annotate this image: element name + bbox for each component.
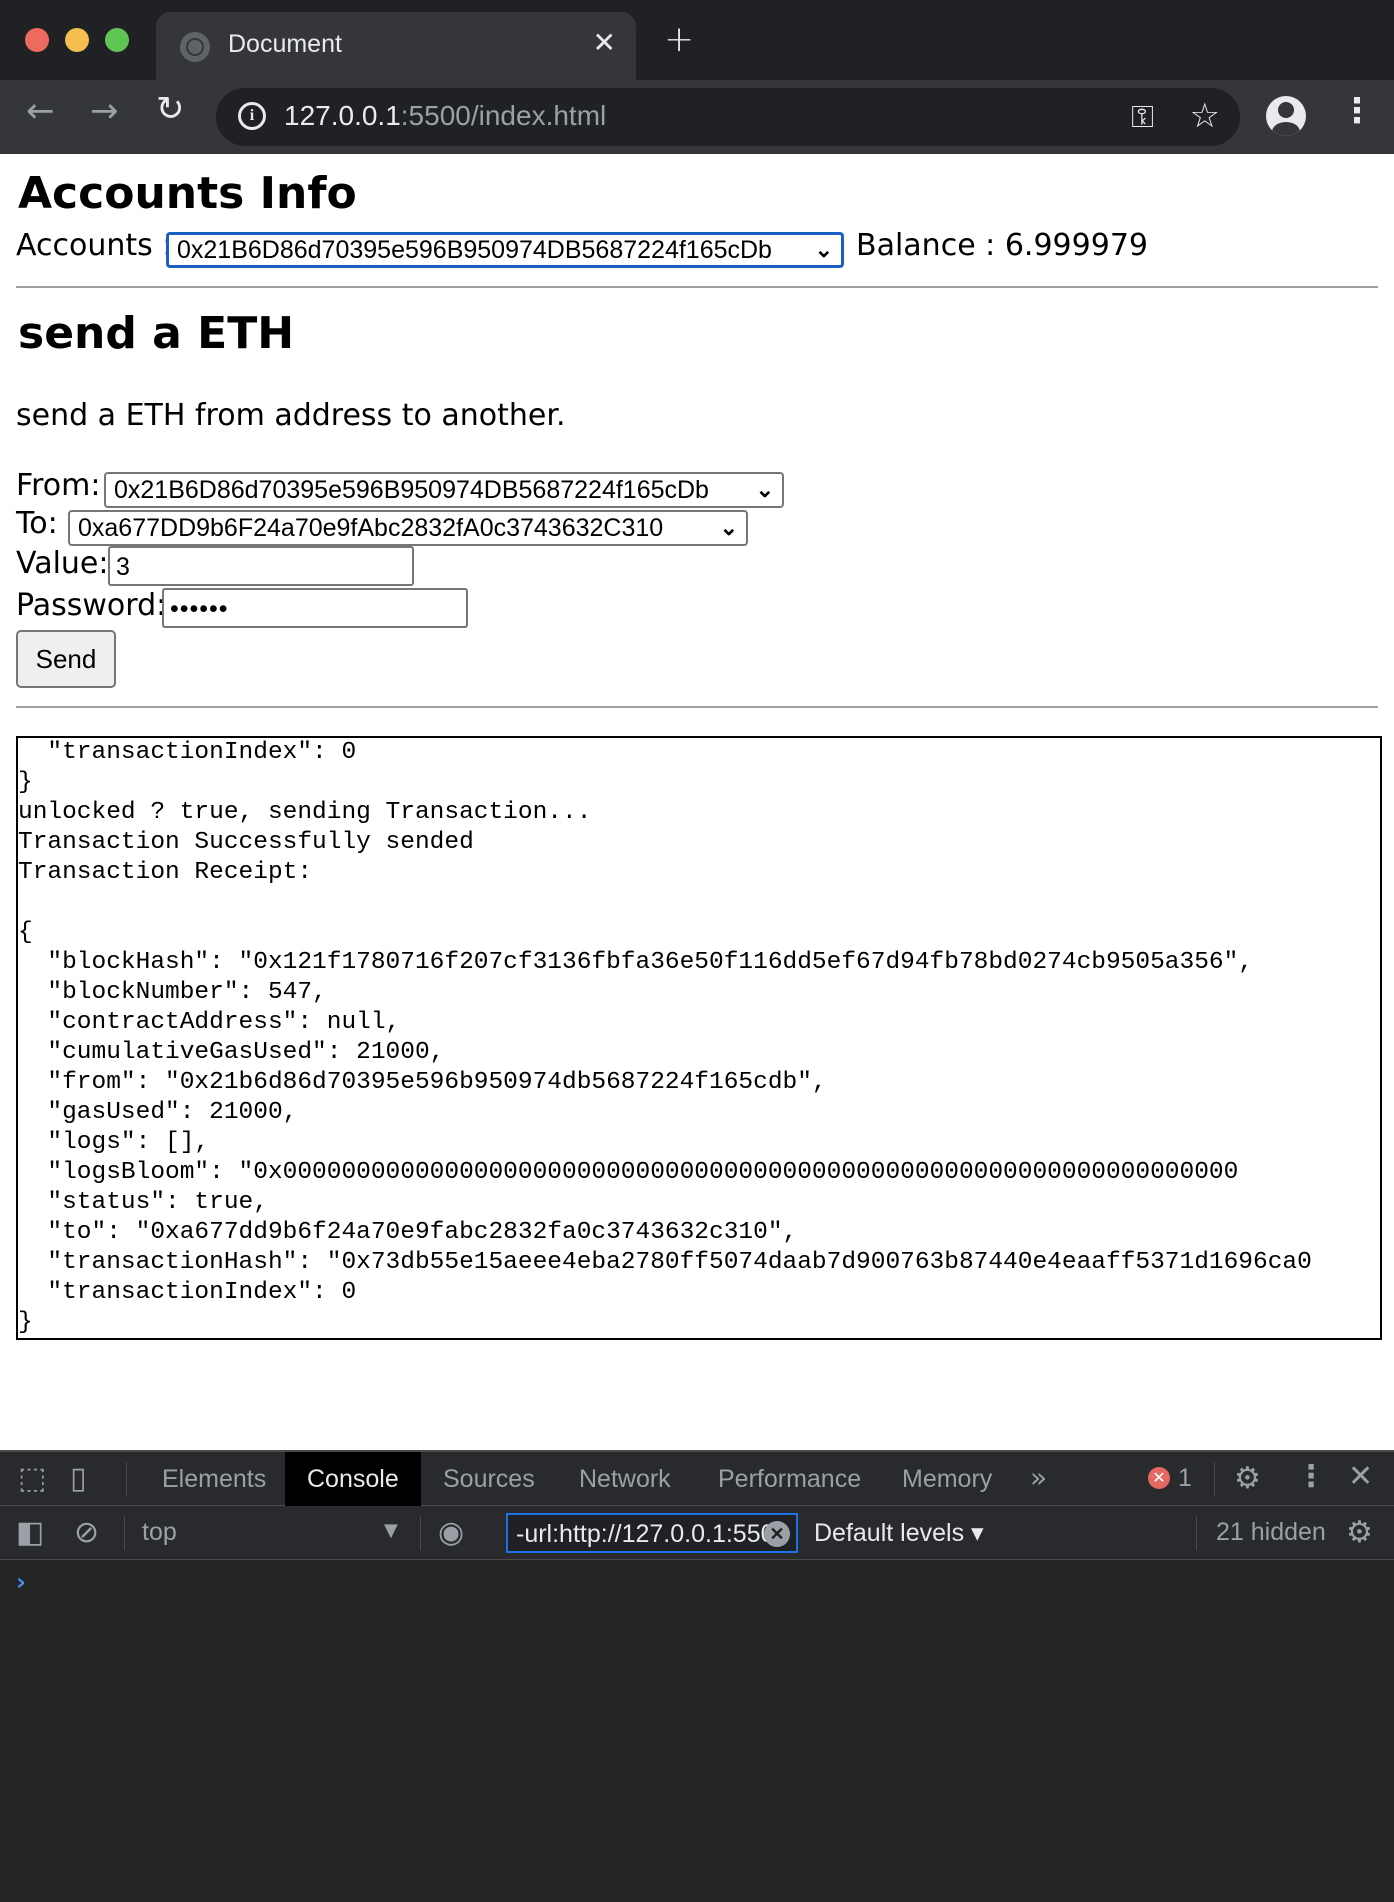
accounts-heading: Accounts Info	[18, 168, 357, 219]
value-input[interactable]: 3	[108, 546, 414, 586]
from-label: From:	[16, 468, 101, 503]
chevron-down-icon: ⌄	[755, 477, 774, 502]
console-filter-input[interactable]: -url:http://127.0.0.1:550 ✕	[506, 1513, 798, 1553]
divider	[1214, 1462, 1215, 1496]
tab-title: Document	[228, 30, 342, 58]
log-levels-select[interactable]: Default levels ▾	[814, 1518, 984, 1548]
back-arrow-icon[interactable]: ←	[26, 94, 55, 128]
balance-value: 6.999979	[1004, 228, 1148, 263]
balance-label: Balance : 6.999979	[856, 228, 1148, 263]
browser-toolbar: ← → ↻ i 127.0.0.1:5500/index.html ⚿ ☆ ⋮	[0, 80, 1394, 154]
accounts-label: Accounts :	[16, 228, 173, 263]
to-select[interactable]: 0xa677DD9b6F24a70e9fAbc2832fA0c3743632C3…	[68, 510, 748, 546]
url-path: :5500/index.html	[400, 100, 607, 131]
error-count[interactable]: 1	[1178, 1464, 1192, 1493]
tab-sources[interactable]: Sources	[421, 1452, 557, 1506]
transaction-log-text: "transactionIndex": 0 } unlocked ? true,…	[18, 739, 1312, 1336]
minimize-window-button[interactable]	[65, 28, 89, 52]
close-window-button[interactable]	[25, 28, 49, 52]
sidebar-toggle-icon[interactable]: ◧	[16, 1518, 44, 1548]
divider	[16, 286, 1378, 288]
chevron-down-icon: ⌄	[719, 515, 738, 540]
divider	[1196, 1516, 1197, 1550]
divider	[126, 1462, 127, 1496]
chevron-down-icon: ⌄	[814, 237, 833, 262]
settings-gear-icon[interactable]: ⚙	[1234, 1464, 1261, 1494]
tab-strip: Document ✕ +	[0, 0, 1394, 82]
close-devtools-icon[interactable]: ✕	[1348, 1462, 1373, 1492]
tab-memory[interactable]: Memory	[880, 1452, 1014, 1506]
divider	[420, 1516, 421, 1550]
filter-value: -url:http://127.0.0.1:550	[516, 1520, 775, 1548]
balance-label-text: Balance :	[856, 228, 996, 263]
to-select-value: 0xa677DD9b6F24a70e9fAbc2832fA0c3743632C3…	[78, 514, 664, 542]
dropdown-arrow-icon[interactable]: ▼	[384, 1520, 398, 1541]
new-tab-icon[interactable]: +	[664, 22, 694, 58]
tab-elements[interactable]: Elements	[140, 1452, 288, 1506]
tab-network[interactable]: Network	[557, 1452, 693, 1506]
send-button[interactable]: Send	[16, 630, 116, 688]
key-icon[interactable]: ⚿	[1131, 100, 1154, 135]
forward-arrow-icon[interactable]: →	[90, 94, 119, 128]
tab-performance[interactable]: Performance	[696, 1452, 883, 1506]
address-bar[interactable]: i 127.0.0.1:5500/index.html ⚿ ☆	[216, 88, 1240, 146]
more-tabs-icon[interactable]: »	[1030, 1464, 1047, 1492]
hidden-messages-count: 21 hidden	[1216, 1518, 1326, 1546]
console-filter-bar: ◧ ⊘ top ▼ ◉ -url:http://127.0.0.1:550 ✕ …	[0, 1506, 1394, 1560]
divider	[16, 706, 1378, 708]
devtools-tab-bar: ⬚ ▯ Elements Console Sources Network Per…	[0, 1452, 1394, 1506]
url-host: 127.0.0.1	[284, 100, 401, 131]
clear-filter-icon[interactable]: ✕	[764, 1521, 790, 1547]
eye-icon[interactable]: ◉	[438, 1518, 464, 1548]
profile-avatar-icon[interactable]	[1266, 96, 1306, 136]
devtools-menu-icon[interactable]: ⋮	[1296, 1462, 1326, 1492]
devtools-panel: ⬚ ▯ Elements Console Sources Network Per…	[0, 1450, 1394, 1902]
close-tab-icon[interactable]: ✕	[593, 26, 616, 59]
send-description: send a ETH from address to another.	[16, 398, 566, 433]
inspect-element-icon[interactable]: ⬚	[18, 1464, 46, 1494]
error-icon[interactable]: ✕	[1148, 1467, 1170, 1489]
console-settings-gear-icon[interactable]: ⚙	[1346, 1518, 1373, 1548]
browser-chrome: Document ✕ + ← → ↻ i 127.0.0.1:5500/inde…	[0, 0, 1394, 154]
password-input[interactable]: ••••••	[162, 588, 468, 628]
to-label: To:	[16, 506, 58, 541]
context-select[interactable]: top	[142, 1518, 177, 1547]
from-select[interactable]: 0x21B6D86d70395e596B950974DB5687224f165c…	[104, 472, 784, 508]
maximize-window-button[interactable]	[105, 28, 129, 52]
accounts-select-value: 0x21B6D86d70395e596B950974DB5687224f165c…	[177, 236, 772, 264]
password-label: Password:	[16, 588, 167, 623]
globe-icon	[180, 32, 210, 62]
send-heading: send a ETH	[18, 308, 295, 359]
more-menu-icon[interactable]: ⋮	[1340, 94, 1374, 128]
clear-console-icon[interactable]: ⊘	[74, 1518, 99, 1548]
transaction-log-box[interactable]: "transactionIndex": 0 } unlocked ? true,…	[16, 736, 1382, 1340]
reload-icon[interactable]: ↻	[156, 92, 185, 126]
tab-console[interactable]: Console	[285, 1452, 421, 1506]
divider	[124, 1516, 125, 1550]
bookmark-star-icon[interactable]: ☆	[1190, 96, 1220, 136]
info-icon[interactable]: i	[238, 102, 266, 130]
url-text[interactable]: 127.0.0.1:5500/index.html	[284, 100, 606, 132]
console-prompt-icon[interactable]: ›	[16, 1568, 26, 1596]
browser-tab[interactable]: Document ✕	[156, 12, 636, 82]
from-select-value: 0x21B6D86d70395e596B950974DB5687224f165c…	[114, 476, 709, 504]
device-toolbar-icon[interactable]: ▯	[70, 1464, 87, 1494]
page-content: Accounts Info Accounts : 0x21B6D86d70395…	[0, 154, 1394, 1450]
accounts-select[interactable]: 0x21B6D86d70395e596B950974DB5687224f165c…	[166, 232, 844, 268]
value-label: Value:	[16, 546, 109, 581]
